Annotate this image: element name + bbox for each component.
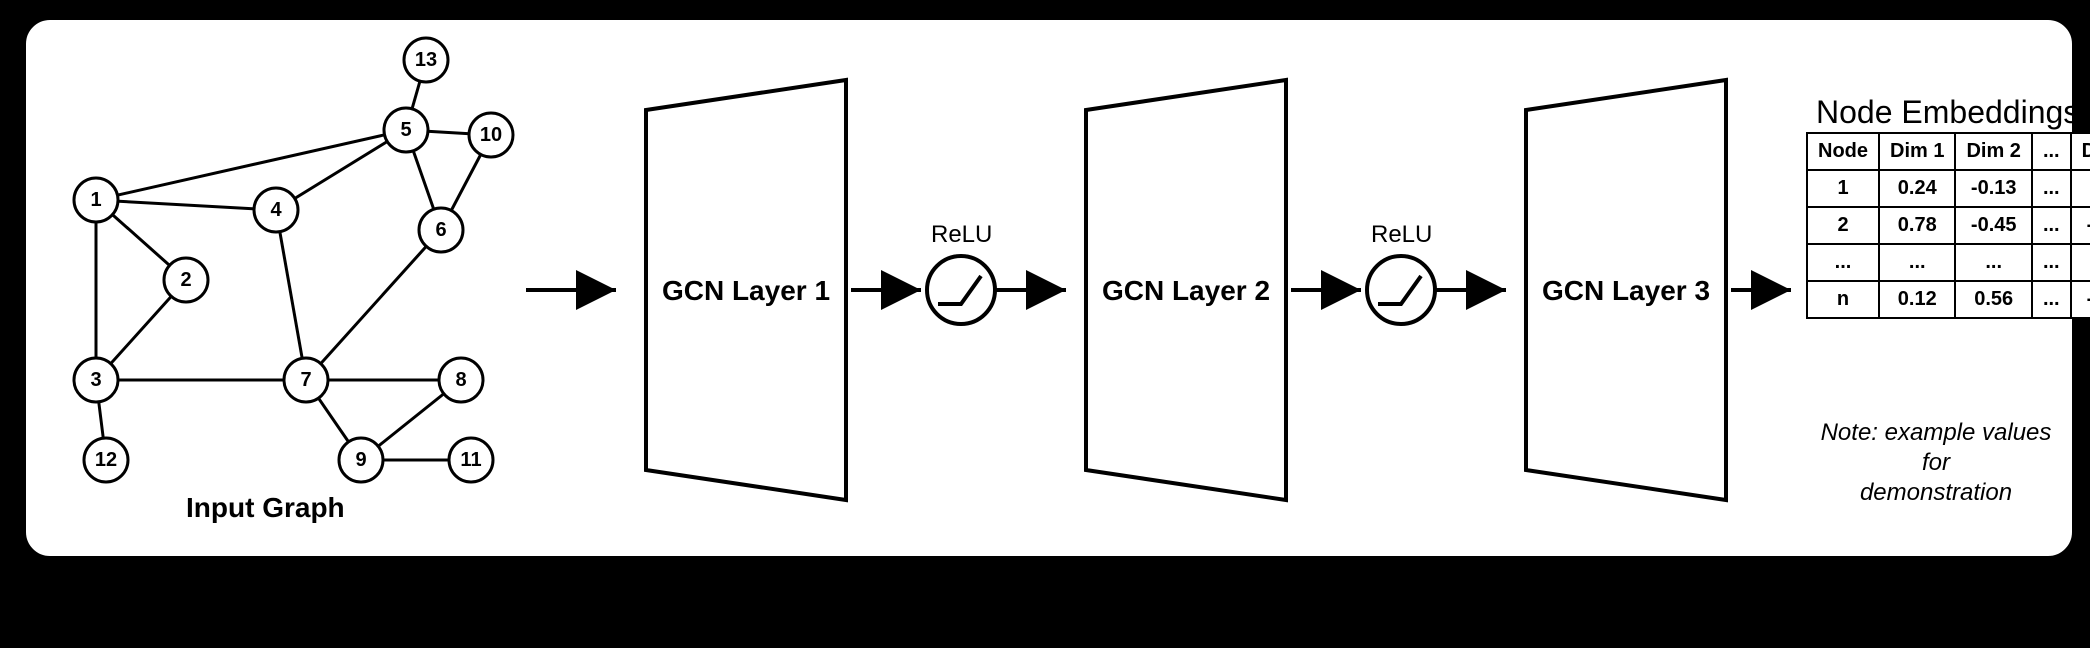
table-row: 2 0.78 -0.45 ... -0.33 xyxy=(1807,207,2090,244)
node-4: 4 xyxy=(254,188,298,232)
node-6: 6 xyxy=(419,208,463,252)
node-3: 3 xyxy=(74,358,118,402)
svg-text:7: 7 xyxy=(300,369,311,391)
relu-1-label: ReLU xyxy=(931,221,992,248)
gcn-layer-3: GCN Layer 3 xyxy=(1526,80,1726,500)
svg-text:4: 4 xyxy=(270,199,282,221)
gcn-layer-2: GCN Layer 2 xyxy=(1086,80,1286,500)
svg-text:11: 11 xyxy=(460,449,481,471)
table-row: n 0.12 0.56 ... -0.89 xyxy=(1807,281,2090,318)
th-dim1: Dim 1 xyxy=(1879,133,1955,170)
table-row: ... ... ... ... ... xyxy=(1807,244,2090,281)
svg-text:8: 8 xyxy=(455,369,466,391)
embeddings-note: Note: example values for demonstration xyxy=(1806,418,2066,508)
svg-text:6: 6 xyxy=(435,219,446,241)
gcn-layer-1: GCN Layer 1 xyxy=(646,80,846,500)
gcn-layer-1-label: GCN Layer 1 xyxy=(662,275,830,306)
th-dimd: Dim d xyxy=(2071,133,2090,170)
th-dim2: Dim 2 xyxy=(1955,133,2031,170)
input-graph-caption: Input Graph xyxy=(186,492,345,524)
table-row: 1 0.24 -0.13 ... 0.11 xyxy=(1807,170,2090,207)
th-node: Node xyxy=(1807,133,1879,170)
diagram-svg: 1 2 3 4 5 6 7 8 9 10 11 12 13 GCN Layer … xyxy=(26,20,2072,556)
svg-text:1: 1 xyxy=(90,189,101,211)
svg-text:5: 5 xyxy=(400,119,411,141)
node-10: 10 xyxy=(469,113,513,157)
svg-text:2: 2 xyxy=(180,269,191,291)
graph-nodes: 1 2 3 4 5 6 7 8 9 10 11 12 13 xyxy=(74,38,513,482)
node-1: 1 xyxy=(74,178,118,222)
node-8: 8 xyxy=(439,358,483,402)
embeddings-table: Node Dim 1 Dim 2 ... Dim d 1 0.24 -0.13 … xyxy=(1806,132,2090,319)
node-5: 5 xyxy=(384,108,428,152)
node-2: 2 xyxy=(164,258,208,302)
relu-2: ReLU xyxy=(1367,221,1435,324)
svg-text:13: 13 xyxy=(415,49,437,71)
relu-2-label: ReLU xyxy=(1371,221,1432,248)
table-header-row: Node Dim 1 Dim 2 ... Dim d xyxy=(1807,133,2090,170)
svg-text:10: 10 xyxy=(480,124,502,146)
node-13: 13 xyxy=(404,38,448,82)
relu-1: ReLU xyxy=(927,221,995,324)
th-dots: ... xyxy=(2032,133,2071,170)
gcn-layer-3-label: GCN Layer 3 xyxy=(1542,275,1710,306)
node-7: 7 xyxy=(284,358,328,402)
gcn-layer-2-label: GCN Layer 2 xyxy=(1102,275,1270,306)
svg-text:3: 3 xyxy=(90,369,101,391)
embeddings-title: Node Embeddings xyxy=(1816,94,2079,131)
node-9: 9 xyxy=(339,438,383,482)
node-12: 12 xyxy=(84,438,128,482)
node-11: 11 xyxy=(449,438,493,482)
svg-text:9: 9 xyxy=(355,449,366,471)
graph-edges xyxy=(96,60,491,460)
svg-text:12: 12 xyxy=(95,449,117,471)
diagram-panel: 1 2 3 4 5 6 7 8 9 10 11 12 13 GCN Layer … xyxy=(22,16,2076,560)
